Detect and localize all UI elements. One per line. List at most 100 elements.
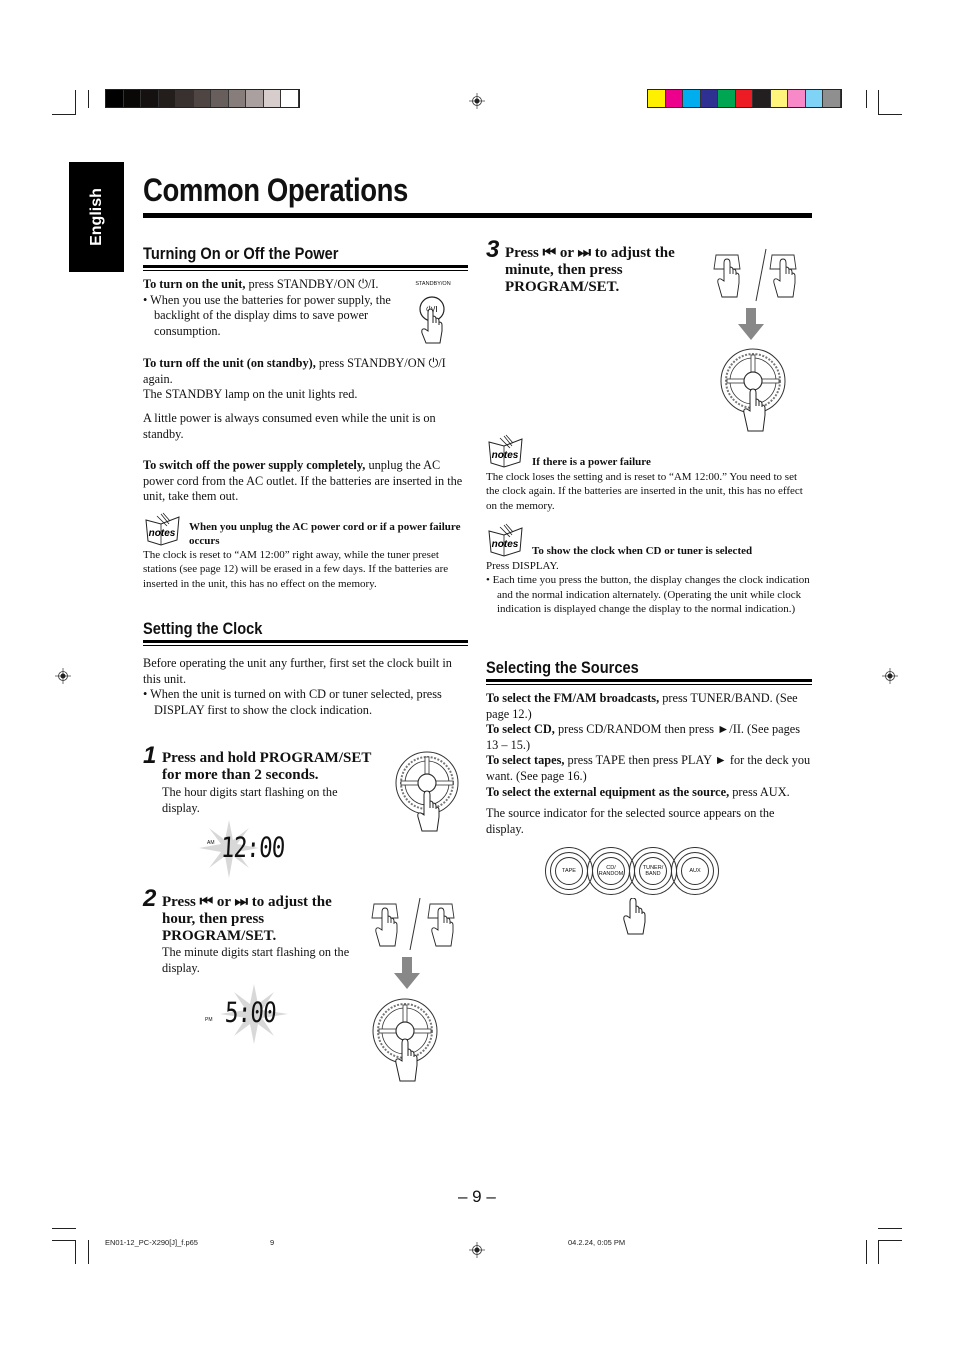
- note-show-clock-text: Press DISPLAY.: [486, 560, 559, 572]
- lcd-display-minute: 5:00: [224, 996, 277, 1029]
- crop-mark: [52, 114, 76, 115]
- down-arrow-icon: [738, 308, 764, 340]
- gray-swatch: [158, 90, 176, 107]
- language-tab: English: [69, 162, 124, 272]
- pressing-hand-icon: [623, 898, 646, 935]
- registration-mark-icon: [55, 668, 71, 684]
- gray-swatch: [211, 90, 229, 107]
- crop-mark: [866, 1240, 867, 1264]
- page-number: – 9 –: [458, 1187, 496, 1206]
- section-heading-clock: Setting the Clock: [143, 619, 263, 638]
- footer-timestamp: 04.2.24, 0:05 PM: [568, 1238, 626, 1247]
- language-tab-label: English: [87, 188, 105, 246]
- crop-mark: [878, 1228, 902, 1229]
- registration-mark-icon: [469, 93, 485, 109]
- notes-icon: notes: [488, 434, 523, 468]
- color-swatch: [753, 90, 771, 107]
- step-number: 3: [486, 236, 500, 263]
- note-heading-unplug: When you unplug the AC power cord or if …: [189, 521, 461, 547]
- standby-paragraph: A little power is always consumed even w…: [143, 411, 436, 441]
- turn-on-bullet-text: When you use the batteries for power sup…: [150, 292, 391, 338]
- skip-buttons-press-icon: ⏮ ⏭: [371, 897, 455, 951]
- down-arrow-icon: [394, 957, 420, 989]
- crop-mark: [52, 1240, 76, 1241]
- color-swatch: [665, 90, 683, 107]
- tape-button-label: TAPE: [562, 868, 576, 874]
- program-set-dial-icon: [395, 751, 459, 832]
- step-number: 2: [143, 885, 157, 912]
- page-title: Common Operations: [143, 172, 408, 208]
- color-swatch: [823, 90, 841, 107]
- process-color-bar: [647, 89, 842, 108]
- section-rule: [486, 679, 812, 682]
- step-heading: Press ⏮ or ⏭ to adjust the hour, then pr…: [162, 894, 332, 944]
- notes-icon-label: notes: [492, 450, 519, 461]
- gray-swatch: [176, 90, 194, 107]
- footer-page: 9: [270, 1238, 275, 1247]
- section-rule: [143, 640, 468, 643]
- source-instructions: To select the FM/AM broadcasts, press TU…: [486, 691, 812, 837]
- section-heading-power: Turning On or Off the Power: [143, 244, 339, 263]
- tuner-band-button-label-2: BAND: [645, 871, 661, 877]
- turn-off-label: To turn off the unit (on standby),: [143, 356, 316, 370]
- standby-button-illustration: STANDBY/ON ⏻/I: [408, 281, 458, 356]
- source-item-tape: To select tapes, press TAPE then press P…: [486, 753, 812, 784]
- source-item-label: To select CD,: [486, 722, 555, 737]
- notes-icon: notes: [145, 512, 180, 546]
- color-swatch: [683, 90, 701, 107]
- tuner-band-button[interactable]: TUNER/BAND: [629, 847, 677, 895]
- crop-mark: [52, 1228, 76, 1229]
- color-swatch: [805, 90, 823, 107]
- pressing-hand-icon: ⏻/I: [419, 296, 445, 344]
- aux-button-label: AUX: [689, 868, 701, 874]
- crop-mark: [75, 1240, 76, 1264]
- crop-mark: [878, 114, 902, 115]
- note-text-power-failure: The clock loses the setting and is reset…: [486, 471, 803, 512]
- lcd-display-hour: 12:00: [220, 831, 286, 864]
- gray-swatch: [141, 90, 159, 107]
- turn-on-label: To turn on the unit,: [143, 277, 246, 291]
- section-heading-sources: Selecting the Sources: [486, 658, 639, 677]
- cd-random-button[interactable]: CD/RANDOM: [587, 847, 635, 895]
- turn-off-paragraph: To turn off the unit (on standby), press…: [143, 356, 468, 403]
- source-item-tuner: To select the FM/AM broadcasts, press TU…: [486, 691, 812, 722]
- color-swatch: [770, 90, 788, 107]
- note-show-clock-bullet-text: Each time you press the button, the disp…: [492, 574, 810, 615]
- lcd-indicator: AM: [207, 840, 215, 846]
- section-rule: [143, 645, 468, 646]
- step-heading: Press ⏮ or ⏭ to adjust the minute, then …: [505, 245, 675, 295]
- registration-mark-icon: [469, 1242, 485, 1258]
- color-swatch: [700, 90, 718, 107]
- lcd-indicator: PM: [205, 1017, 213, 1023]
- source-item-cd: To select CD, press CD/RANDOM then press…: [486, 722, 812, 753]
- gray-swatch: [228, 90, 246, 107]
- aux-button[interactable]: AUX: [671, 847, 719, 895]
- program-set-dial-icon: [372, 998, 438, 1082]
- note-heading-power-failure: If there is a power failure: [532, 456, 651, 468]
- color-swatch: [718, 90, 736, 107]
- source-item-aux: To select the external equipment as the …: [486, 785, 812, 801]
- notes-icon-label: notes: [492, 539, 519, 550]
- turn-on-paragraph: To turn on the unit, press STANDBY/ON ⏻/…: [143, 277, 398, 339]
- source-item-text: press AUX.: [729, 784, 790, 799]
- notes-icon-label: notes: [149, 528, 176, 539]
- section-rule: [486, 684, 812, 685]
- clock-bullet-text: When the unit is turned on with CD or tu…: [150, 687, 442, 717]
- gray-swatch: [281, 90, 299, 107]
- gray-swatch: [123, 90, 141, 107]
- step-number: 1: [143, 742, 157, 769]
- switch-off-label: To switch off the power supply completel…: [143, 458, 366, 472]
- note-text-show-clock: Press DISPLAY. • Each time you press the…: [486, 559, 811, 616]
- section-rule: [143, 270, 468, 271]
- title-rule: [143, 213, 812, 218]
- gray-swatch: [106, 90, 124, 107]
- source-item-label: To select tapes,: [486, 753, 565, 768]
- tape-button[interactable]: TAPE: [545, 847, 593, 895]
- step-heading: Press and hold PROGRAM/SET for more than…: [162, 750, 372, 783]
- grayscale-color-bar: [105, 89, 300, 108]
- crop-mark: [878, 1240, 879, 1264]
- switch-off-paragraph: To switch off the power supply completel…: [143, 458, 468, 505]
- step-body: The hour digits start flashing on the di…: [162, 785, 338, 815]
- note-heading-show-clock: To show the clock when CD or tuner is se…: [532, 545, 753, 557]
- gray-swatch: [263, 90, 281, 107]
